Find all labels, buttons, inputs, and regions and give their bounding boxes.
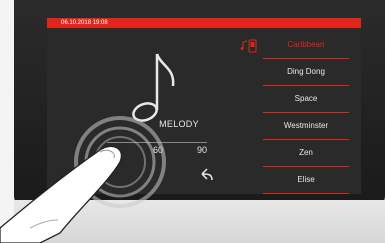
melody-item-zen[interactable]: Zen bbox=[263, 140, 349, 167]
melody-item-westminster[interactable]: Westminster bbox=[263, 113, 349, 140]
melody-item-ding-dong[interactable]: Ding Dong bbox=[263, 59, 349, 86]
melody-item-elise[interactable]: Elise bbox=[263, 167, 349, 194]
status-bar: 06.10.2018 19:08 bbox=[47, 18, 361, 28]
back-arrow-icon[interactable] bbox=[199, 166, 215, 182]
device-melody-icon bbox=[240, 39, 257, 53]
volume-option-90[interactable]: 90 bbox=[197, 145, 207, 155]
melody-item-space[interactable]: Space bbox=[263, 86, 349, 113]
finger-hand-illustration bbox=[0, 145, 123, 243]
melody-item-caribbean[interactable]: Caribbean bbox=[263, 32, 349, 59]
status-datetime: 06.10.2018 19:08 bbox=[61, 20, 108, 26]
melody-list: Caribbean Ding Dong Space Westminster Ze… bbox=[263, 32, 349, 194]
